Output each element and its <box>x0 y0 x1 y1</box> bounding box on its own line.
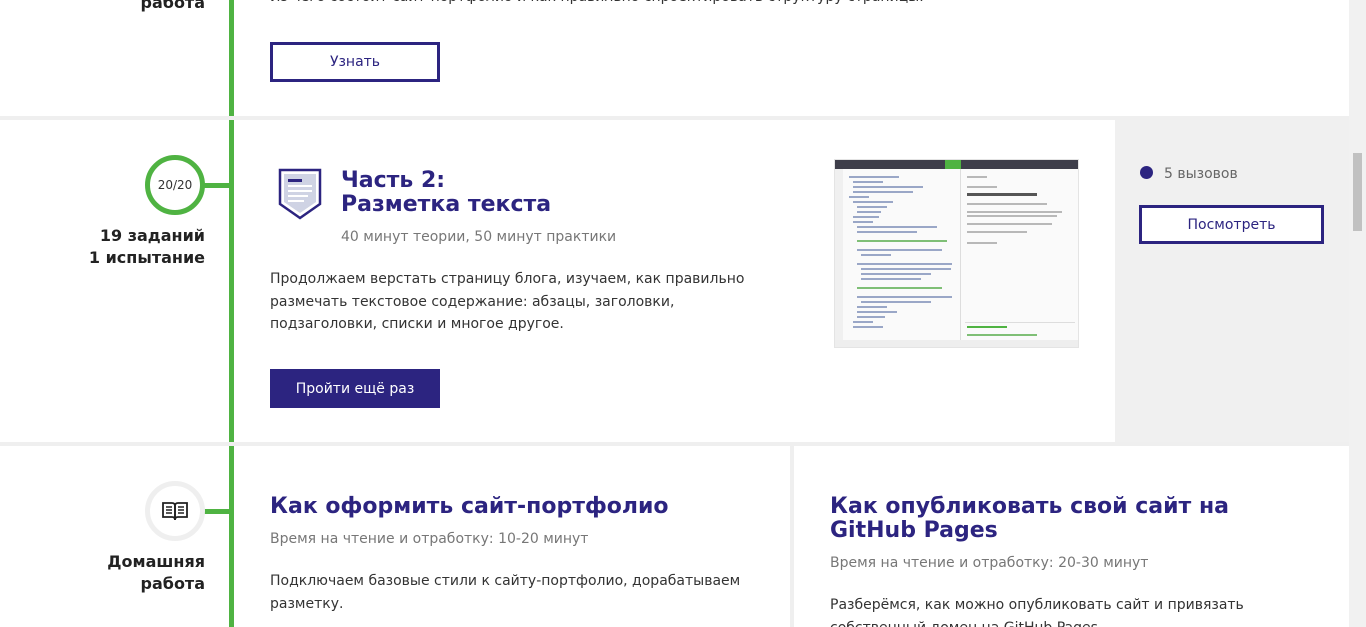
challenges-count: 5 вызовов <box>1164 166 1238 182</box>
section-divider-2 <box>0 442 1349 446</box>
preview-output-lines <box>965 176 1075 342</box>
dot-icon <box>1140 166 1153 179</box>
homework-label-line1: Домашняя <box>107 552 205 571</box>
homework-card2-meta: Время на чтение и отработку: 20-30 минут <box>830 555 1149 571</box>
course-page: работа Из чего состоит сайт-портфолио и … <box>0 0 1349 627</box>
learn-button[interactable]: Узнать <box>270 42 440 82</box>
homework-badge <box>145 481 205 541</box>
preview-code-lines <box>849 176 952 328</box>
homework-card2-title[interactable]: Как опубликовать свой сайт на GitHub Pag… <box>830 495 1310 543</box>
trials-count: 1 испытание <box>88 248 205 267</box>
top-left-label: работа <box>140 0 205 12</box>
retake-button[interactable]: Пройти ещё раз <box>270 369 440 408</box>
part2-title-line1: Часть 2: <box>341 168 446 193</box>
homework-label-line2: работа <box>140 574 205 593</box>
scrollbar-thumb[interactable] <box>1353 153 1362 231</box>
preview-bottombar <box>835 340 1078 347</box>
homework-card1-meta: Время на чтение и отработку: 10-20 минут <box>270 531 589 547</box>
open-book-icon <box>162 502 188 521</box>
homework-card1-description: Подключаем базовые стили к сайту-портфол… <box>270 573 741 612</box>
homework-card1-title[interactable]: Как оформить сайт-портфолио <box>270 495 750 519</box>
preview-run-marker <box>945 160 961 169</box>
page-scrollbar[interactable] <box>1349 0 1366 627</box>
view-challenges-button[interactable]: Посмотреть <box>1139 205 1324 244</box>
part2-title-line2: Разметка текста <box>341 192 552 217</box>
tasks-count: 19 заданий <box>99 226 205 245</box>
progress-text: 20/20 <box>157 178 193 192</box>
preview-gutter <box>835 169 843 347</box>
part2-meta: 40 минут теории, 50 минут практики <box>341 229 617 245</box>
homework-card2-description: Разберёмся, как можно опубликовать сайт … <box>830 597 1244 627</box>
lesson-preview-image[interactable] <box>834 159 1079 348</box>
shield-document-icon <box>278 168 322 220</box>
homework-card-divider <box>790 446 794 627</box>
preview-split <box>960 169 961 347</box>
part2-description: Продолжаем верстать страницу блога, изуч… <box>270 271 745 332</box>
progress-badge: 20/20 <box>145 155 205 215</box>
top-section-description: Из чего состоит сайт-портфолио и как пра… <box>270 0 970 9</box>
timeline-line <box>229 0 234 627</box>
